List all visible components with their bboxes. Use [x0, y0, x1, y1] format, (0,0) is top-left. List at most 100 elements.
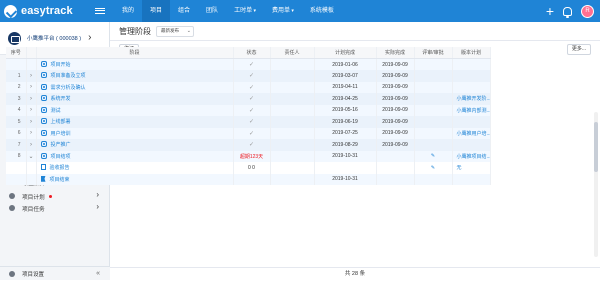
review-action[interactable]	[414, 116, 453, 128]
version-link[interactable]	[452, 173, 491, 185]
stage-cell[interactable]: 需求分析及确认	[36, 81, 234, 93]
expand-toggle[interactable]: ›	[26, 70, 37, 82]
row-seq: 1	[6, 70, 27, 82]
version-select[interactable]: 最新发布 ⌄	[156, 25, 194, 37]
vertical-scrollbar[interactable]	[594, 112, 598, 257]
review-action[interactable]	[414, 139, 453, 151]
stage-cell[interactable]: 项目开始	[36, 58, 234, 70]
expand-toggle[interactable]: ›	[26, 139, 37, 151]
table-row[interactable]: 3 › 系统开发 ✓ 2019-04-25 2019-09-09 小鹰推开发阶...	[6, 93, 491, 105]
menu-toggle-icon[interactable]	[94, 5, 106, 17]
expand-toggle[interactable]: ›	[26, 104, 37, 116]
expand-toggle[interactable]: ⌄	[26, 150, 37, 162]
table-row[interactable]: 验收报告 0 0 ✎ 无	[6, 162, 491, 174]
table-row[interactable]: 项目开始 ✓ 2019-01-06 2019-09-09	[6, 58, 491, 70]
version-link[interactable]	[452, 139, 491, 151]
version-link[interactable]: 小鹰推内部测...	[452, 104, 491, 116]
flag-icon	[40, 175, 46, 182]
stage-cell[interactable]: 系统开发	[36, 93, 234, 105]
review-action[interactable]	[414, 93, 453, 105]
stage-cell[interactable]: 投产推广	[36, 139, 234, 151]
nav-item-portfolio[interactable]: 组合	[170, 0, 198, 22]
stage-cell[interactable]: 项目结束	[36, 173, 234, 185]
stage-cell[interactable]: 项目准备及立项	[36, 70, 234, 82]
stage-cell[interactable]: 测试	[36, 104, 234, 116]
table-row[interactable]: 4 › 测试 ✓ 2019-05-16 2019-09-09 小鹰推内部测...	[6, 104, 491, 116]
milestone-icon	[40, 152, 47, 159]
table-row[interactable]: 1 › 项目准备及立项 ✓ 2019-03-07 2019-09-09	[6, 70, 491, 82]
expand-toggle[interactable]: ›	[26, 116, 37, 128]
table-row[interactable]: 6 › 用户培训 ✓ 2019-07-25 2019-09-09 小鹰推用户培...	[6, 127, 491, 139]
expand-toggle[interactable]: ›	[26, 81, 37, 93]
table-row[interactable]: 5 › 上线部署 ✓ 2019-06-19 2019-09-09	[6, 116, 491, 128]
row-seq	[6, 173, 27, 185]
review-action[interactable]	[414, 173, 453, 185]
version-link[interactable]: 小鹰推开发阶...	[452, 93, 491, 105]
planned-date: 2019-10-31	[314, 173, 377, 185]
version-select-value: 最新发布	[161, 28, 179, 33]
expand-toggle[interactable]	[26, 58, 37, 70]
nav-item-team[interactable]: 团队	[198, 0, 226, 22]
actual-date: 2019-09-09	[376, 58, 415, 70]
row-seq: 5	[6, 116, 27, 128]
milestone-icon	[40, 118, 47, 125]
expand-toggle[interactable]: ›	[26, 93, 37, 105]
version-link[interactable]	[452, 58, 491, 70]
expand-toggle[interactable]	[26, 162, 37, 174]
stage-cell[interactable]: 上线部署	[36, 116, 234, 128]
nav-item-expense[interactable]: 费用单	[264, 0, 302, 22]
table-row[interactable]: 7 › 投产推广 ✓ 2019-08-29 2019-09-09	[6, 139, 491, 151]
version-link[interactable]	[452, 81, 491, 93]
column-header-seq: 序号	[6, 47, 27, 59]
row-seq: 8	[6, 150, 27, 162]
review-action[interactable]	[414, 70, 453, 82]
stage-cell[interactable]: 用户培训	[36, 127, 234, 139]
column-header-owner: 责任人	[270, 47, 315, 59]
chevron-right-icon[interactable]: ›	[88, 33, 91, 43]
table-row[interactable]: 项目结束 2019-10-31	[6, 173, 491, 185]
nav-item-mine[interactable]: 我的	[114, 0, 142, 22]
collapse-sidebar-icon[interactable]: «	[96, 270, 100, 277]
stage-label: 测试	[50, 107, 61, 114]
notification-icon[interactable]	[563, 6, 572, 18]
row-seq: 4	[6, 104, 27, 116]
edit-review-icon[interactable]: ✎	[414, 162, 453, 174]
nav-item-system-template[interactable]: 系统模板	[302, 0, 342, 22]
review-action[interactable]	[414, 104, 453, 116]
sidebar-footer[interactable]: 项目设置 «	[0, 266, 110, 280]
review-action[interactable]	[414, 81, 453, 93]
expand-toggle[interactable]: ›	[26, 127, 37, 139]
version-link[interactable]: 无	[452, 162, 491, 174]
table-row[interactable]: 2 › 需求分析及确认 ✓ 2019-04-11 2019-09-09	[6, 81, 491, 93]
review-action[interactable]	[414, 58, 453, 70]
more-button[interactable]: 更多...	[566, 44, 591, 55]
review-action[interactable]	[414, 127, 453, 139]
version-link[interactable]: 小鹰推用户培...	[452, 127, 491, 139]
row-seq: 3	[6, 93, 27, 105]
status-check: ✓	[233, 104, 271, 116]
stage-label: 项目结项	[50, 153, 71, 160]
version-link[interactable]	[452, 116, 491, 128]
user-avatar[interactable]: R	[581, 4, 594, 18]
milestone-icon	[40, 106, 47, 113]
version-link[interactable]	[452, 70, 491, 82]
nav-item-projects[interactable]: 项目	[142, 0, 171, 22]
table-row[interactable]: 8 ⌄ 项目结项 超期123天 2019-10-31 ✎ 小鹰推项目结...	[6, 150, 491, 162]
milestone-icon	[40, 129, 47, 136]
app-logo[interactable]: easytrack	[0, 0, 90, 22]
add-icon[interactable]: +	[546, 4, 554, 18]
actual-date: 2019-09-09	[376, 93, 415, 105]
status-check: ✓	[233, 81, 271, 93]
column-header-expand	[26, 47, 37, 59]
owner-cell	[270, 104, 315, 116]
stage-cell[interactable]: 项目结项	[36, 150, 234, 162]
nav-item-timesheet[interactable]: 工时单	[226, 0, 264, 22]
edit-review-icon[interactable]: ✎	[414, 150, 453, 162]
stage-cell[interactable]: 验收报告	[36, 162, 234, 174]
status-check: ✓	[233, 93, 271, 105]
owner-cell	[270, 150, 315, 162]
actual-date: 2019-09-09	[376, 139, 415, 151]
version-link[interactable]: 小鹰推项目结...	[452, 150, 491, 162]
expand-toggle[interactable]	[26, 173, 37, 185]
milestone-icon	[40, 61, 47, 67]
